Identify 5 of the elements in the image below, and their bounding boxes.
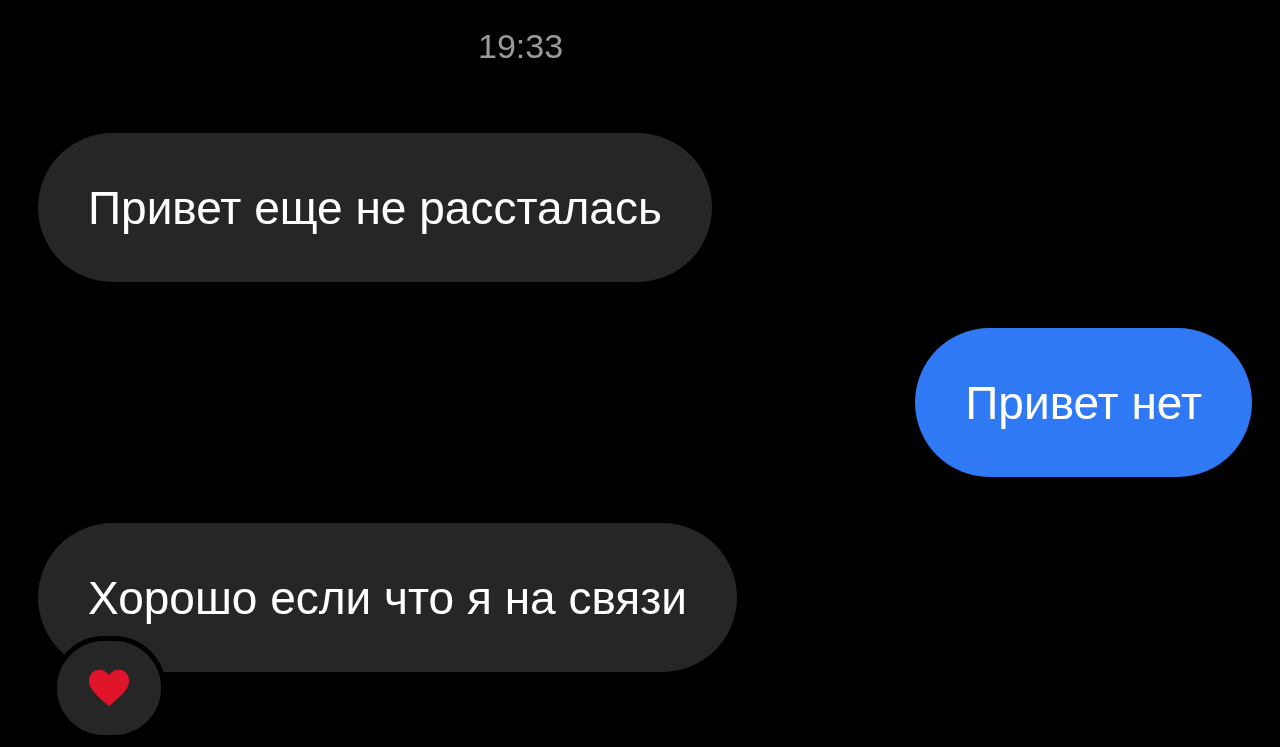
timestamp: 19:33	[478, 26, 564, 67]
message-text: Привет еще не рассталась	[88, 180, 662, 236]
message-text: Привет нет	[965, 375, 1202, 431]
message-text: Хорошо если что я на связи	[88, 570, 688, 626]
heart-icon	[87, 668, 131, 708]
